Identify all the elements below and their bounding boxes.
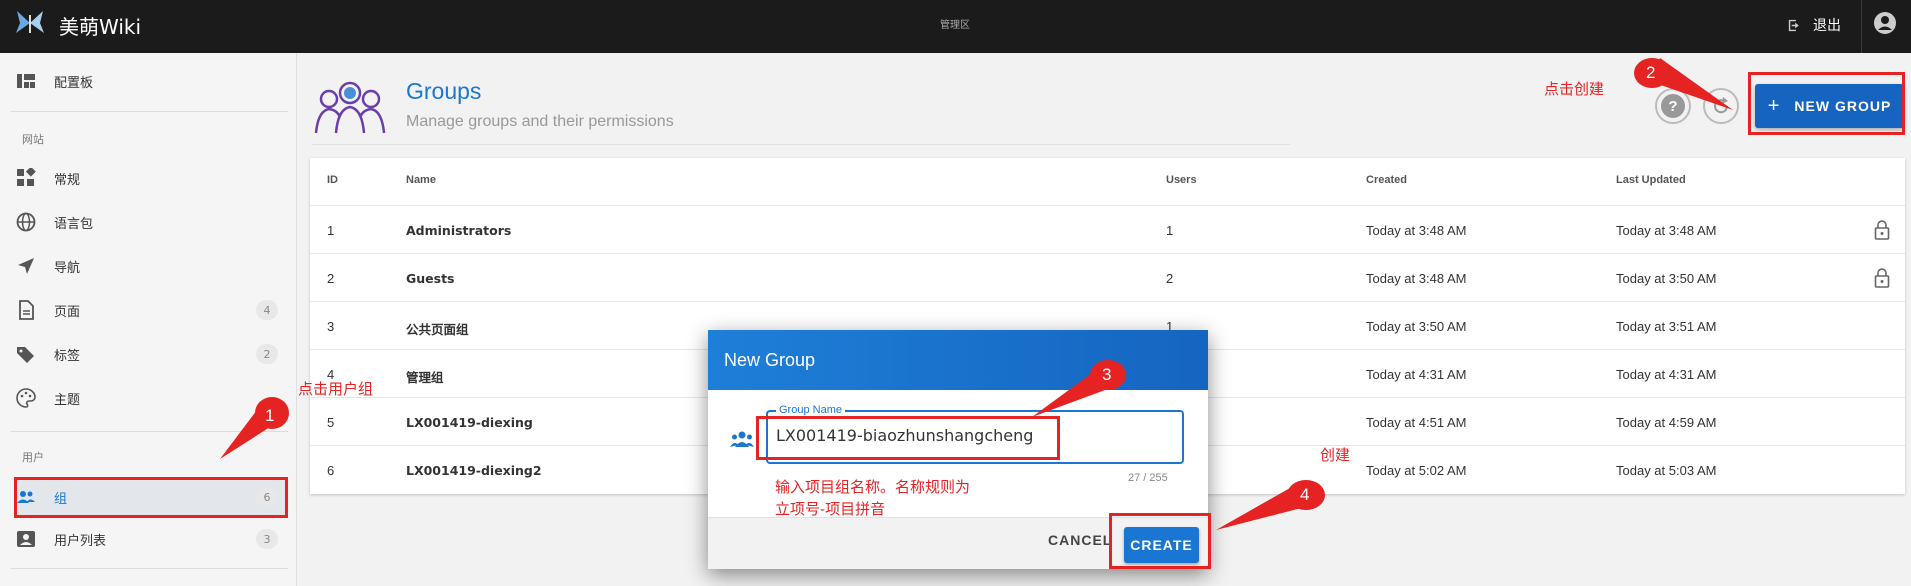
callout-number-1: 1 (265, 406, 275, 425)
highlight-box-groups (14, 477, 288, 518)
annotation-input-hint-1: 输入项目组名称。名称规则为 (775, 478, 971, 496)
highlight-box-group-name (756, 416, 1060, 460)
annotation-click-create: 点击创建 (1544, 80, 1605, 98)
callout-number-3: 3 (1102, 365, 1112, 384)
highlight-box-new-group (1748, 72, 1905, 135)
annotation-create-note: 创建 (1320, 446, 1351, 464)
highlight-box-create (1109, 513, 1211, 569)
callout-number-2: 2 (1646, 63, 1656, 82)
annotation-input-hint-2: 立项号-项目拼音 (775, 500, 886, 518)
callout-number-4: 4 (1300, 485, 1310, 504)
annotation-click-group: 点击用户组 (298, 380, 374, 398)
